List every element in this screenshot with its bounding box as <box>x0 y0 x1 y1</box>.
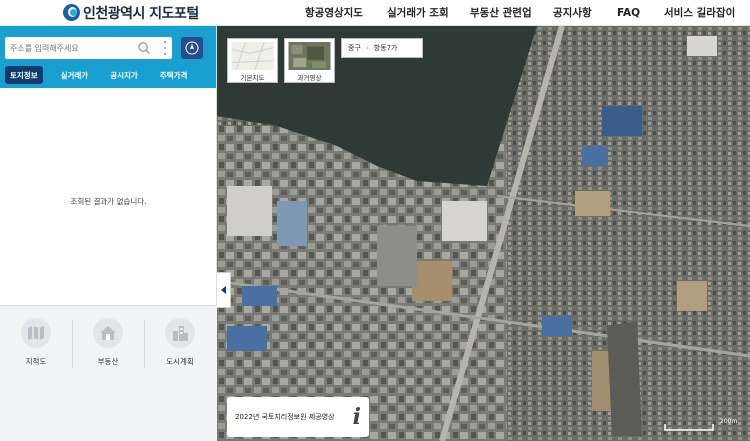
search-panel: 토지정보 실거래가 공시지가 주택가격 <box>0 26 216 88</box>
menu-label: 지적도 <box>25 357 47 366</box>
nav-faq[interactable]: FAQ <box>617 7 640 19</box>
menu-cadastral[interactable]: 지적도 <box>0 318 72 367</box>
aerial-map[interactable]: 기본지도 과거영상 중구 › 항동7가 2022년 국토지리정보원 제공영상 i… <box>217 26 750 441</box>
imagery-source-text: 2022년 국토지리정보원 제공영상 <box>235 413 335 421</box>
menu-urban-plan[interactable]: 도시계획 <box>144 318 216 367</box>
logo-text: 인천광역시 지도포털 <box>83 5 199 22</box>
bottom-quick-menu: 지적도 부동산 도시계획 <box>0 305 217 441</box>
tab-housing-price[interactable]: 주택가격 <box>160 66 188 84</box>
location-breadcrumb: 중구 › 항동7가 <box>341 38 423 58</box>
sidebar-collapse-button[interactable] <box>217 272 231 308</box>
scale-bar <box>664 424 714 431</box>
basemap-past-imagery[interactable]: 과거영상 <box>284 38 335 83</box>
portal-logo[interactable]: 인천광역시 지도포털 <box>63 3 199 23</box>
nav-notice[interactable]: 공지사항 <box>553 5 592 20</box>
nav-service-guide[interactable]: 서비스 길라잡이 <box>664 5 735 20</box>
basemap-default-thumb <box>231 42 274 70</box>
sidebar-tabs: 토지정보 실거래가 공시지가 주택가격 <box>5 66 187 84</box>
search-icon[interactable] <box>137 41 151 55</box>
basemap-past-thumb <box>288 42 331 70</box>
tab-land-info[interactable]: 토지정보 <box>5 66 43 84</box>
satellite-image[interactable] <box>217 26 750 441</box>
basemap-past-label: 과거영상 <box>297 74 322 82</box>
more-vertical-icon[interactable] <box>162 41 168 55</box>
sidebar: 토지정보 실거래가 공시지가 주택가격 조회된 결과가 없습니다. 지적도 <box>0 26 217 441</box>
compass-icon <box>185 41 199 55</box>
collapse-arrow-icon <box>220 286 226 294</box>
tab-real-trade[interactable]: 실거래가 <box>61 66 89 84</box>
house-icon <box>100 326 116 340</box>
compass-button[interactable] <box>181 37 203 59</box>
basemap-default[interactable]: 기본지도 <box>227 38 278 83</box>
location-dong: 항동7가 <box>373 44 398 52</box>
search-input[interactable] <box>5 43 125 53</box>
basemap-default-label: 기본지도 <box>240 74 265 82</box>
logo-icon <box>63 4 80 21</box>
cadastral-map-icon <box>28 326 44 340</box>
menu-label: 도시계획 <box>166 357 194 366</box>
menu-label: 부동산 <box>97 357 119 366</box>
nav-realestate-business[interactable]: 부동산 관련업 <box>470 5 532 20</box>
buildings-icon <box>173 326 188 341</box>
scale-label: 200m <box>720 418 738 425</box>
imagery-info-box: 2022년 국토지리정보원 제공영상 i <box>227 397 369 437</box>
basemap-switcher: 기본지도 과거영상 <box>227 38 335 83</box>
search-box <box>5 37 172 59</box>
top-header: 인천광역시 지도포털 항공영상지도 실거래가 조회 부동산 관련업 공지사항 F… <box>0 0 750 26</box>
empty-result-message: 조회된 결과가 없습니다. <box>70 197 147 206</box>
location-district: 중구 <box>348 44 361 52</box>
nav-real-trade[interactable]: 실거래가 조회 <box>387 5 449 20</box>
tab-official-land-price[interactable]: 공시지가 <box>110 66 138 84</box>
info-icon[interactable]: i <box>353 404 361 430</box>
nav-aerial-map[interactable]: 항공영상지도 <box>305 5 363 20</box>
chevron-right-icon: › <box>365 44 369 52</box>
menu-realestate[interactable]: 부동산 <box>72 318 144 367</box>
